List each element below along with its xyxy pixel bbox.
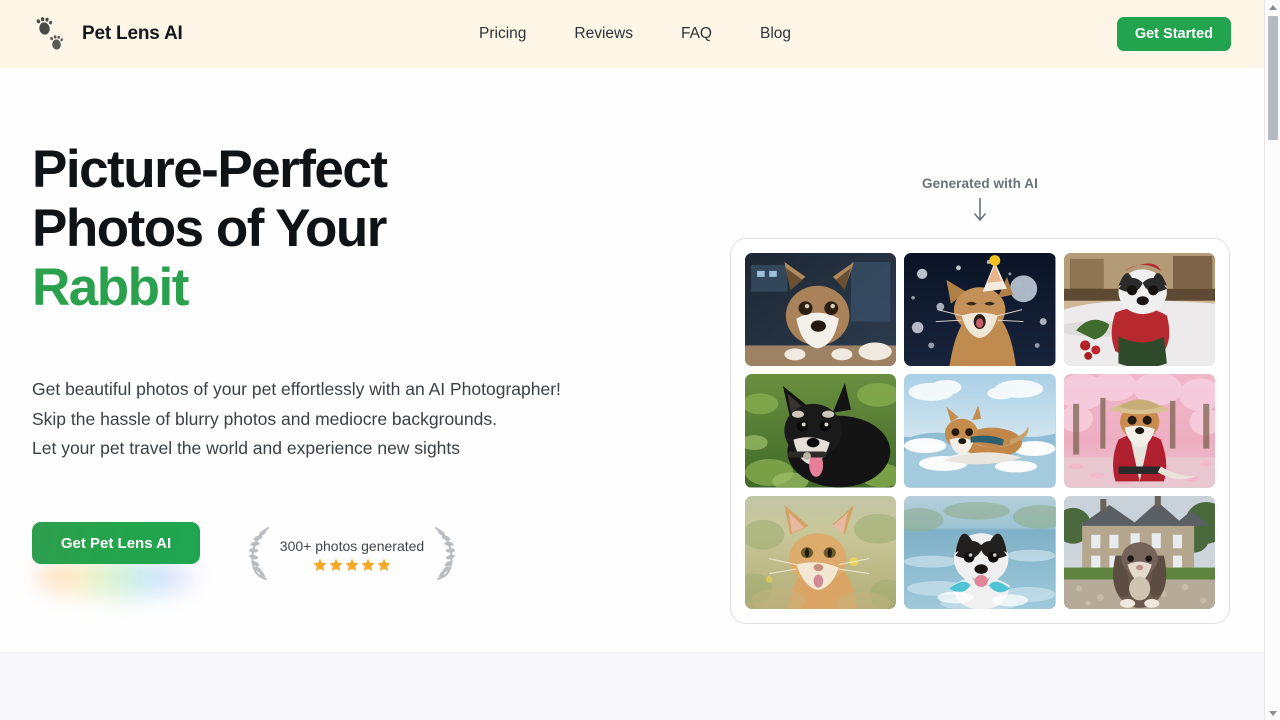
gallery-photo-black-dog-grass[interactable] <box>745 374 897 488</box>
social-proof-badge: 300+ photos generated <box>246 522 466 584</box>
scroll-up-arrow-icon[interactable] <box>1265 0 1280 14</box>
scrollbar-thumb[interactable] <box>1267 15 1279 141</box>
nav-item-blog[interactable]: Blog <box>736 19 815 49</box>
gallery-photo-ginger-kitten-meadow[interactable] <box>745 495 897 609</box>
gallery-photo-corgi-indoors[interactable] <box>745 253 897 367</box>
star-rating <box>313 558 391 572</box>
subcopy-line-3: Let your pet travel the world and experi… <box>32 438 461 458</box>
subcopy-line-2: Skip the hassle of blurry photos and med… <box>32 408 497 429</box>
star-icon <box>345 558 359 572</box>
arrow-down-icon <box>973 198 987 222</box>
get-started-button[interactable]: Get Started <box>1116 17 1231 51</box>
gallery-photo-dog-swimming[interactable] <box>904 495 1056 609</box>
main-nav: Pricing Reviews FAQ Blog <box>455 0 815 68</box>
hero-cta-row: Get Pet Lens AI 300+ photos generated <box>32 522 466 598</box>
page-title: Picture-Perfect Photos of Your Rabbit <box>32 140 692 317</box>
cta-wrapper: Get Pet Lens AI <box>32 522 200 598</box>
nav-item-pricing[interactable]: Pricing <box>455 19 550 49</box>
gallery-photo-dog-red-sweater[interactable] <box>1063 253 1215 367</box>
nav-item-faq[interactable]: FAQ <box>657 19 736 49</box>
hero-section: Picture-Perfect Photos of Your Rabbit Ge… <box>0 68 1264 652</box>
headline-line-2: Photos of Your <box>32 199 387 258</box>
photo-grid <box>745 253 1215 609</box>
generated-with-ai-label: Generated with AI <box>922 176 1038 191</box>
logo[interactable]: Pet Lens AI <box>32 0 183 68</box>
scroll-down-arrow-icon[interactable] <box>1265 706 1280 720</box>
generated-with-ai-note: Generated with AI <box>880 176 1080 228</box>
laurel-wreath-left-icon <box>246 524 272 582</box>
site-header: Pet Lens AI Pricing Reviews FAQ Blog Get… <box>0 0 1264 68</box>
page-root: Pet Lens AI Pricing Reviews FAQ Blog Get… <box>0 0 1280 720</box>
ai-photo-gallery <box>730 238 1230 624</box>
hero-subcopy: Get beautiful photos of your pet effortl… <box>32 375 692 464</box>
photos-generated-count: 300+ photos generated <box>279 537 425 554</box>
hero-copy: Picture-Perfect Photos of Your Rabbit Ge… <box>32 140 692 464</box>
gallery-photo-rabbit-manor-house[interactable] <box>1063 495 1215 609</box>
headline-line-1: Picture-Perfect <box>32 140 388 199</box>
laurel-wreath-right-icon <box>432 524 458 582</box>
gallery-photo-cat-party-hat-night[interactable] <box>904 253 1056 367</box>
gallery-photo-corgi-surfing[interactable] <box>904 374 1056 488</box>
star-icon <box>361 558 375 572</box>
star-icon <box>329 558 343 572</box>
page-scrollbar[interactable] <box>1264 0 1280 720</box>
gallery-photo-corgi-kimono-blossoms[interactable] <box>1063 374 1215 488</box>
star-icon <box>313 558 327 572</box>
star-icon <box>377 558 391 572</box>
get-pet-lens-ai-button[interactable]: Get Pet Lens AI <box>32 522 200 564</box>
logo-text: Pet Lens AI <box>82 23 183 44</box>
nav-item-reviews[interactable]: Reviews <box>550 19 657 49</box>
headline-highlight-pet-type: Rabbit <box>32 258 189 317</box>
subcopy-line-1: Get beautiful photos of your pet effortl… <box>32 379 561 399</box>
paw-prints-icon <box>32 14 72 54</box>
next-section-divider <box>0 652 1264 720</box>
badge-content: 300+ photos generated <box>272 535 432 572</box>
